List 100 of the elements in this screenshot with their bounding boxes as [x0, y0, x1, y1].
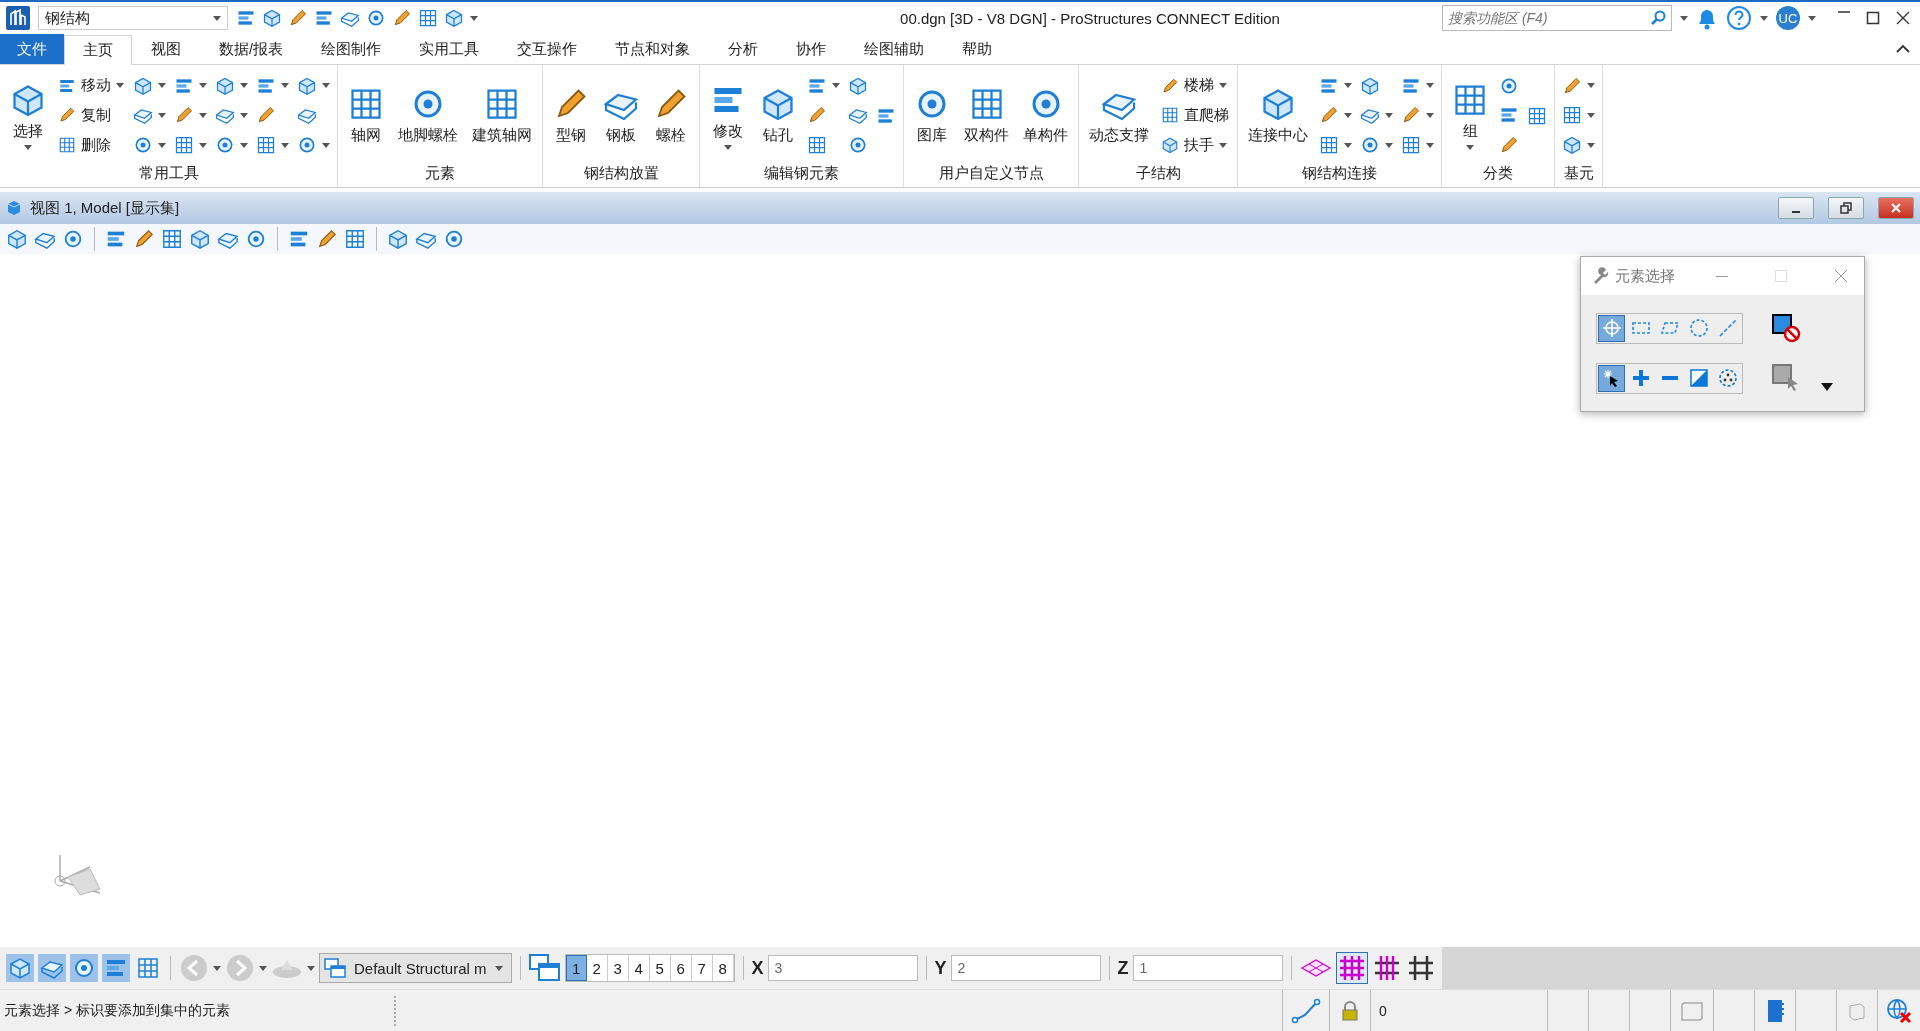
coordinate-field[interactable]: 2	[950, 955, 1101, 981]
ribbon-button[interactable]: 钻孔	[756, 84, 800, 147]
ribbon-button[interactable]: 楼梯	[1159, 75, 1231, 97]
cube-icon[interactable]	[189, 228, 211, 250]
search-field[interactable]: 搜索功能区 (F4)	[1442, 5, 1672, 31]
ribbon-tab[interactable]: 绘图辅助	[845, 34, 944, 64]
ribbon-button[interactable]: 建筑轴网	[468, 84, 536, 147]
ribbon-button[interactable]: 修改	[706, 79, 750, 152]
help-icon[interactable]	[1726, 5, 1752, 31]
cube-icon[interactable]	[262, 8, 282, 28]
view-number-button[interactable]: 6	[670, 955, 692, 981]
axis-label: X	[751, 957, 764, 979]
ring-icon[interactable]	[366, 8, 386, 28]
grid-icon	[58, 136, 76, 155]
view-number-button[interactable]: 4	[628, 955, 650, 981]
caret-icon	[240, 113, 248, 118]
ring-icon[interactable]	[245, 228, 267, 250]
cube-icon[interactable]	[6, 228, 28, 250]
ribbon-button[interactable]: 动态支撑	[1085, 84, 1153, 147]
no-selection-icon[interactable]	[1771, 313, 1801, 343]
ribbon-button[interactable]: 组	[1448, 79, 1492, 152]
ribbon-button[interactable]: 型钢	[549, 84, 593, 147]
ribbon-button[interactable]: 扶手	[1159, 134, 1231, 156]
collapse-ribbon-icon[interactable]	[1896, 44, 1910, 54]
cube-icon[interactable]	[444, 8, 464, 28]
ribbon-button[interactable]: 直爬梯	[1159, 105, 1231, 126]
notebook-icon[interactable]	[1766, 998, 1784, 1023]
line-path-icon[interactable]	[1291, 997, 1321, 1024]
ring-icon[interactable]	[443, 228, 465, 250]
bars-icon[interactable]	[314, 8, 334, 28]
dialog-title: 元素选择	[1615, 266, 1675, 286]
bars-icon[interactable]	[236, 8, 256, 28]
ribbon-tab[interactable]: 协作	[777, 34, 846, 64]
ribbon-button[interactable]: 双构件	[960, 84, 1013, 147]
group-label: 常用工具	[138, 164, 199, 183]
caret-icon	[199, 113, 207, 118]
maximize-icon[interactable]	[1866, 11, 1880, 25]
restore-button[interactable]	[1828, 197, 1864, 219]
pencil-icon[interactable]	[316, 228, 338, 250]
user-avatar[interactable]: UC	[1776, 6, 1800, 30]
caret-icon	[281, 142, 289, 148]
cube-icon[interactable]	[8, 956, 32, 980]
ribbon-button[interactable]: 地脚螺栓	[394, 84, 462, 147]
tool-button[interactable]	[1561, 134, 1596, 157]
ribbon-button[interactable]: 连接中心	[1244, 84, 1312, 147]
ribbon-tab[interactable]: 交互操作	[498, 34, 597, 64]
grid-icon	[1401, 135, 1421, 156]
pencil-icon[interactable]	[288, 8, 308, 28]
file-tab[interactable]: 文件	[0, 34, 64, 64]
coordinate-field[interactable]: 1	[1132, 955, 1283, 981]
ribbon-tab[interactable]: 绘图制作	[302, 34, 401, 64]
close-button[interactable]	[1878, 197, 1914, 219]
view-number-button[interactable]: 8	[712, 955, 734, 981]
group-label: 元素	[425, 164, 455, 183]
ribbon-button[interactable]: 复制	[56, 105, 126, 126]
ribbon-tab[interactable]: 视图	[132, 34, 200, 64]
cube-icon[interactable]	[387, 228, 409, 250]
globe-error-icon[interactable]	[1886, 997, 1912, 1024]
ribbon-button[interactable]: 单构件	[1019, 84, 1072, 147]
ribbon-button[interactable]: 移动	[56, 75, 126, 97]
view-number-button[interactable]: 5	[649, 955, 671, 981]
caret-icon	[213, 965, 221, 971]
selection-mode-button[interactable]	[1598, 364, 1625, 392]
individual-selection-icon	[1601, 318, 1622, 338]
caret-icon	[213, 15, 221, 21]
ribbon-tab[interactable]: 节点和对象	[596, 34, 710, 64]
cube-icon	[6, 200, 22, 216]
grid-icon	[256, 135, 276, 156]
ribbon-tab[interactable]: 主页	[64, 35, 132, 65]
windows-icon[interactable]	[528, 954, 561, 982]
ribbon-button[interactable]: 图库	[910, 84, 954, 147]
ribbon-button[interactable]: 钢板	[599, 84, 643, 147]
close-icon[interactable]	[1896, 11, 1910, 25]
ribbon-button[interactable]: 删除	[56, 134, 126, 156]
view-number-button[interactable]: 2	[586, 955, 608, 981]
ribbon-button[interactable]: 轴网	[344, 84, 388, 147]
view-number-button[interactable]: 7	[691, 955, 713, 981]
ribbon-tab[interactable]: 分析	[709, 34, 778, 64]
ribbon-tab[interactable]: 数据/报表	[200, 34, 303, 64]
ribbon-button[interactable]: 螺栓	[649, 84, 693, 147]
model-dropdown[interactable]: Default Structural m	[319, 953, 512, 983]
selection-method-button[interactable]	[1598, 314, 1625, 342]
view-number-button[interactable]: 3	[607, 955, 629, 981]
ring-icon[interactable]	[62, 228, 84, 250]
workspace-dropdown[interactable]: 钢结构	[38, 6, 228, 30]
lock-icon[interactable]	[1340, 1000, 1360, 1021]
ribbon-tab[interactable]: 实用工具	[400, 34, 499, 64]
ribbon-button[interactable]: 选择	[6, 79, 50, 152]
ring-icon[interactable]	[72, 956, 96, 980]
view-number-button[interactable]: 1	[565, 955, 587, 981]
coordinate-field[interactable]: 3	[767, 955, 918, 981]
search-icon[interactable]	[1650, 10, 1666, 26]
pencil-icon[interactable]	[392, 8, 412, 28]
caret-icon	[259, 965, 267, 971]
minimize-icon[interactable]	[1716, 275, 1728, 277]
caret-icon[interactable]	[1821, 383, 1833, 391]
minimize-button[interactable]	[1778, 197, 1814, 219]
ribbon-tab[interactable]: 帮助	[943, 34, 1012, 64]
app-logo-icon	[6, 6, 30, 30]
pencil-icon[interactable]	[133, 228, 155, 250]
